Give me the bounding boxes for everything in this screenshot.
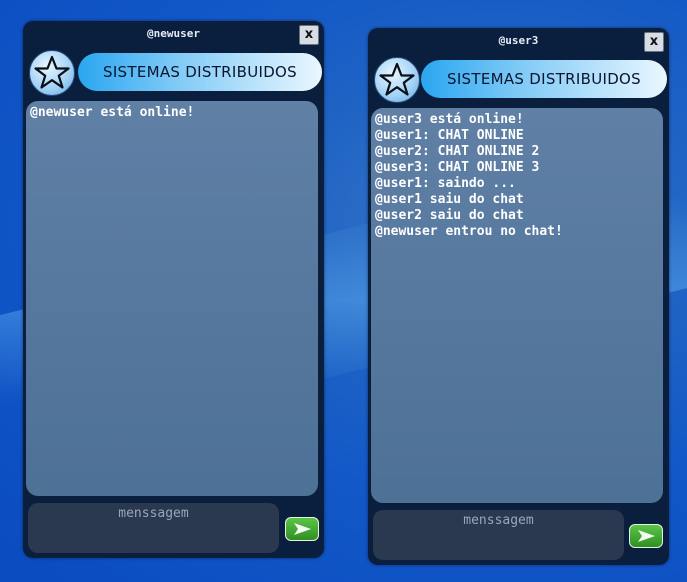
close-icon: x <box>649 34 659 49</box>
close-button[interactable]: x <box>299 25 319 45</box>
message-line: @user1: CHAT ONLINE <box>375 128 524 143</box>
chat-window-newuser: @newuser x SISTEMAS DISTRIBUIDOS @newuse… <box>23 21 324 558</box>
message-input[interactable]: menssagem <box>28 503 279 553</box>
message-line: @newuser está online! <box>30 105 195 120</box>
message-line: @user2: CHAT ONLINE 2 <box>375 144 540 159</box>
send-arrow-icon <box>294 523 311 535</box>
close-icon: x <box>304 27 314 42</box>
send-arrow-icon <box>638 530 655 542</box>
message-line: @user3: CHAT ONLINE 3 <box>375 160 540 175</box>
window-title: @newuser <box>147 27 200 40</box>
star-icon <box>29 50 75 96</box>
message-log: @newuser está online! <box>26 101 318 496</box>
message-line: @user1: saindo ... <box>375 176 516 191</box>
message-log: @user3 está online! @user1: CHAT ONLINE @u… <box>371 108 663 503</box>
window-title: @user3 <box>498 34 539 47</box>
chat-banner: SISTEMAS DISTRIBUIDOS <box>421 60 667 98</box>
chat-banner: SISTEMAS DISTRIBUIDOS <box>78 53 322 91</box>
chat-window-user3: @user3 x SISTEMAS DISTRIBUIDOS @user3 es… <box>368 28 669 565</box>
message-line: @user1 saiu do chat <box>375 192 524 207</box>
message-line: @user3 está online! <box>375 112 524 127</box>
send-button[interactable] <box>285 517 319 541</box>
send-button[interactable] <box>629 524 663 548</box>
star-icon <box>374 57 420 103</box>
message-input[interactable]: menssagem <box>373 510 624 560</box>
message-line: @newuser entrou no chat! <box>375 224 563 239</box>
message-line: @user2 saiu do chat <box>375 208 524 223</box>
close-button[interactable]: x <box>644 32 664 52</box>
